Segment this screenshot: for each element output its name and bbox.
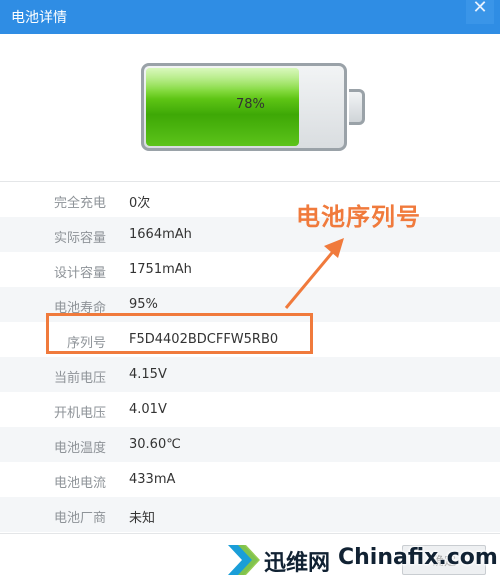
arrow-shaft bbox=[284, 247, 338, 309]
watermark-logo-icon bbox=[228, 545, 260, 575]
arrow-head bbox=[324, 238, 344, 258]
watermark: 迅维网 Chinafix.com bbox=[224, 541, 500, 579]
watermark-brand-en: Chinafix.com bbox=[338, 545, 498, 570]
watermark-brand-cn: 迅维网 bbox=[264, 551, 331, 576]
annotation-arrow-icon bbox=[284, 238, 344, 309]
annotation-label: 电池序列号 bbox=[296, 203, 421, 231]
